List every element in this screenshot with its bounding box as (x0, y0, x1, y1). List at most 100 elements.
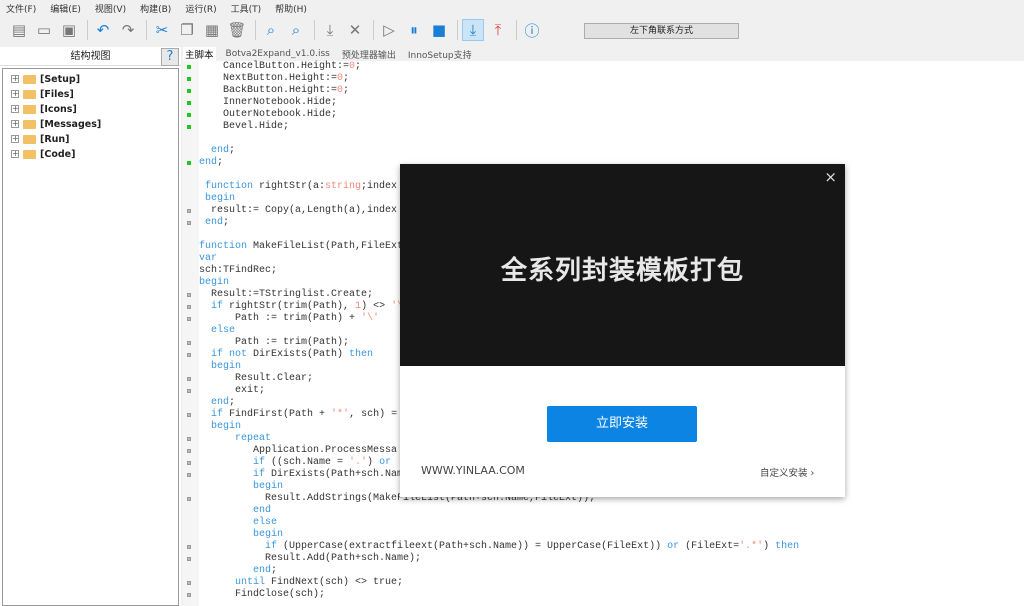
find-icon[interactable]: ⌕ (260, 19, 282, 41)
tree-item-label: [Run] (40, 134, 70, 145)
compile-icon[interactable]: ⤓ (319, 19, 341, 41)
code-token: '*' (331, 409, 349, 420)
new-file-icon[interactable]: ▤ (8, 19, 30, 41)
menu-item[interactable]: 视图(V) (95, 2, 126, 15)
tree-item-label: [Icons] (40, 104, 77, 115)
divider (314, 20, 315, 40)
code-line: begin (199, 361, 241, 373)
line-marker (187, 461, 191, 465)
close-icon[interactable]: × (824, 168, 837, 186)
tree-item[interactable]: +[Messages] (11, 117, 101, 131)
expand-icon[interactable]: + (11, 135, 19, 143)
code-token: ; (229, 145, 235, 156)
line-marker (187, 497, 191, 501)
help-icon[interactable]: ⓘ (521, 19, 543, 41)
menu-item[interactable]: 编辑(E) (50, 2, 81, 15)
code-line: if (UpperCase(extractfileext(Path+sch.Na… (199, 541, 799, 553)
pause-icon[interactable]: ⏸ (403, 19, 425, 41)
line-marker (187, 437, 191, 441)
menu-item[interactable]: 工具(T) (231, 2, 262, 15)
code-token: (FileExt= (679, 541, 739, 552)
code-token: ; (343, 85, 349, 96)
undo-icon[interactable]: ↶ (92, 19, 114, 41)
delete-icon[interactable]: 🗑 (226, 19, 248, 41)
structure-panel: 结构视图 ? +[Setup]+[Files]+[Icons]+[Message… (0, 47, 181, 606)
expand-icon[interactable]: + (11, 75, 19, 83)
code-line: begin (199, 277, 229, 289)
line-marker (187, 65, 191, 69)
tree-item[interactable]: + [Run] (11, 132, 70, 146)
code-line: Bevel.Hide; (199, 121, 289, 133)
tab[interactable]: 预处理器输出 (340, 48, 398, 61)
line-marker (187, 593, 191, 597)
code-line: Result.Clear; (199, 373, 313, 385)
cut-icon[interactable]: ✂ (151, 19, 173, 41)
code-token: or (379, 457, 391, 468)
code-line: sch:TFindRec; (199, 265, 277, 277)
code-token: begin (199, 421, 241, 432)
divider (457, 20, 458, 40)
copy-icon[interactable]: ❐ (176, 19, 198, 41)
tree-item[interactable]: + [Icons] (11, 102, 77, 116)
code-token: if not (199, 349, 247, 360)
code-token: InnerNotebook.Hide; (199, 97, 337, 108)
code-token: exit; (199, 385, 265, 396)
tree-item[interactable]: +[Code] (11, 147, 75, 161)
code-line: end; (199, 217, 229, 229)
install-now-button[interactable]: 立即安装 (547, 406, 697, 442)
code-line: Result.Add(Path+sch.Name); (199, 553, 421, 565)
code-token: FindClose(sch); (199, 589, 325, 600)
replace-icon[interactable]: ⌕ (285, 19, 307, 41)
tree-item[interactable]: +[Files] (11, 87, 74, 101)
code-token: Path := trim(Path); (199, 337, 349, 348)
line-marker (187, 125, 191, 129)
folder-icon (23, 90, 36, 99)
tab[interactable]: Botva2Expand_v1.0.iss (224, 49, 332, 59)
open-folder-icon[interactable]: ▭ (33, 19, 55, 41)
code-token: Application.ProcessMessa (199, 445, 397, 456)
code-token: CancelButton.Height:= (199, 61, 349, 72)
menu-item[interactable]: 构建(B) (140, 2, 171, 15)
code-token: if (199, 469, 265, 480)
expand-icon[interactable]: + (11, 90, 19, 98)
expand-icon[interactable]: + (11, 120, 19, 128)
export-icon[interactable]: ⤒ (487, 19, 509, 41)
code-line: end; (199, 565, 277, 577)
line-marker (187, 341, 191, 345)
code-token: '\' (361, 313, 379, 324)
expand-icon[interactable]: + (11, 105, 19, 113)
code-line: Application.ProcessMessa (199, 445, 397, 457)
code-line: OuterNotebook.Hide; (199, 109, 337, 121)
code-token: ; (343, 73, 349, 84)
help-icon[interactable]: ? (161, 48, 179, 66)
save-icon[interactable]: ▣ (58, 19, 80, 41)
import-icon[interactable]: ⤓ (462, 19, 484, 41)
contact-button[interactable]: 左下角联系方式 (584, 23, 739, 39)
code-token: NextButton.Height:= (199, 73, 337, 84)
menu-item[interactable]: 文件(F) (6, 2, 36, 15)
tab[interactable]: InnoSetup支持 (406, 48, 474, 61)
run-icon[interactable]: ▷ (378, 19, 400, 41)
code-token: end (199, 397, 229, 408)
redo-icon[interactable]: ↷ (117, 19, 139, 41)
code-token: repeat (199, 433, 271, 444)
structure-tree: +[Setup]+[Files]+[Icons]+[Messages]+[Run… (2, 68, 179, 606)
code-token: function (199, 241, 247, 252)
tree-item[interactable]: +[Setup] (11, 72, 80, 86)
paste-icon[interactable]: ▦ (201, 19, 223, 41)
stop-compile-icon[interactable]: ✕ (344, 19, 366, 41)
website-link[interactable]: WWW.YINLAA.COM (421, 464, 525, 477)
menu-item[interactable]: 运行(R) (185, 2, 216, 15)
line-marker (187, 389, 191, 393)
code-line: result:= Copy(a,Length(a),index (199, 205, 397, 217)
expand-icon[interactable]: + (11, 150, 19, 158)
tab[interactable]: 主脚本 (183, 47, 216, 61)
custom-install-link[interactable]: 自定义安装 › (760, 465, 814, 479)
code-line: else (199, 325, 235, 337)
folder-icon (23, 135, 36, 144)
line-marker (187, 77, 191, 81)
code-token: ; (355, 61, 361, 72)
stop-icon[interactable]: ■ (428, 19, 450, 41)
code-line: Result:=TStringlist.Create; (199, 289, 373, 301)
menu-item[interactable]: 帮助(H) (275, 2, 307, 15)
